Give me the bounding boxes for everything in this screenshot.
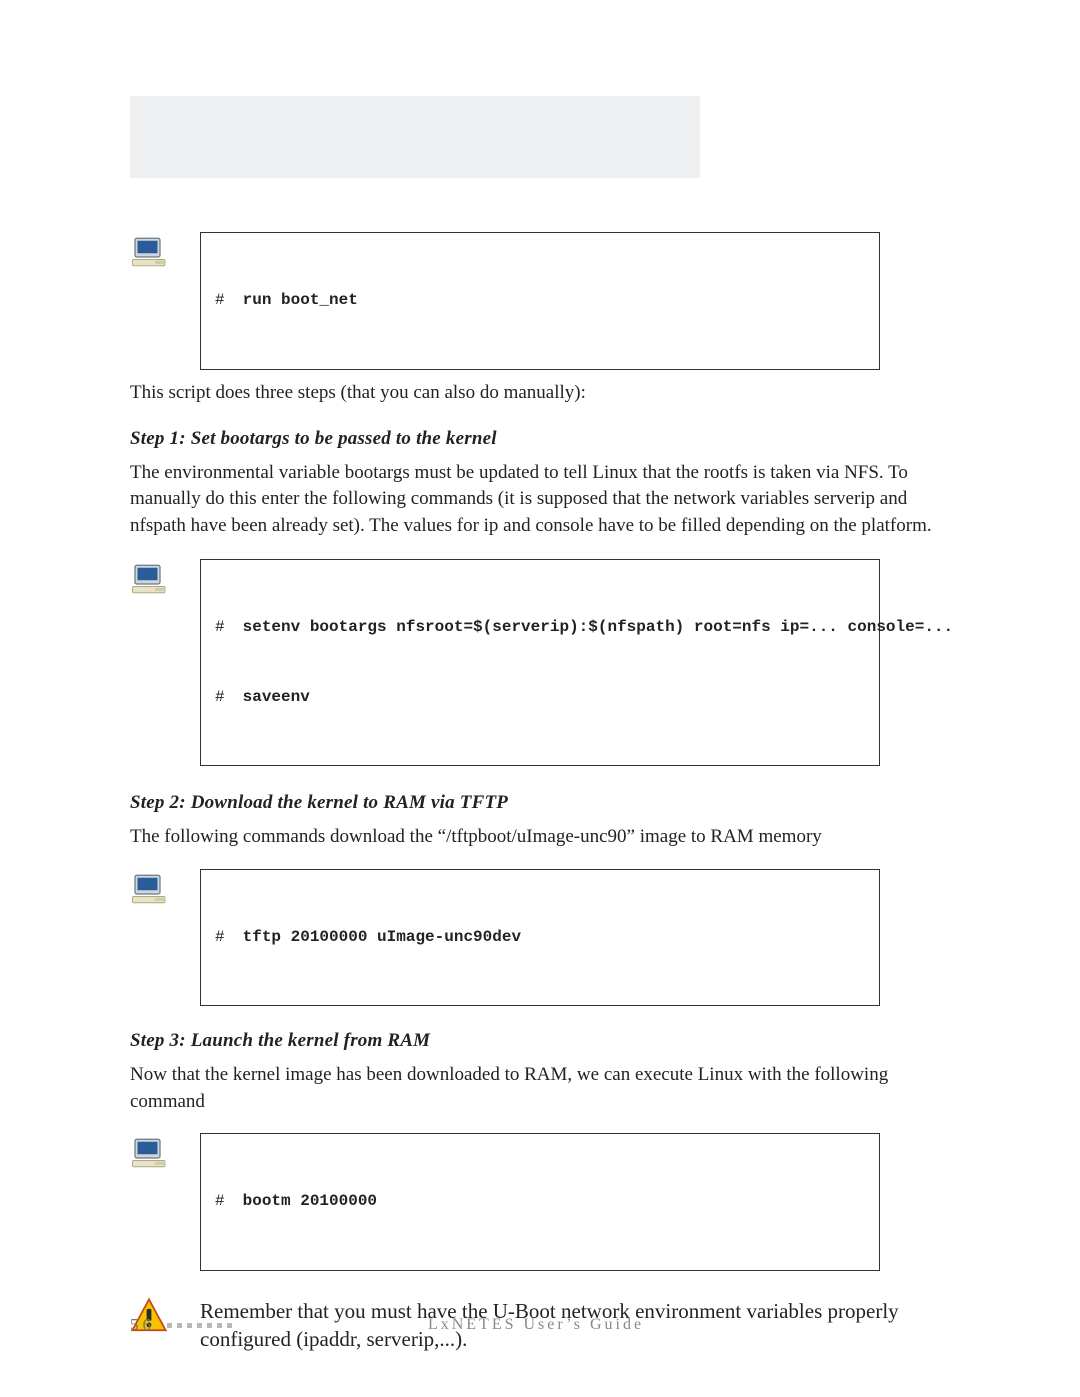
- code-box-2: #setenv bootargs nfsroot=$(serverip):$(n…: [200, 559, 880, 767]
- document-page: # run boot_net This script does three ste…: [0, 0, 1080, 1397]
- terminal-icon: [130, 232, 170, 272]
- step1-body: The environmental variable bootargs must…: [130, 460, 950, 539]
- terminal-icon: [130, 869, 170, 909]
- code-block-row-4: # bootm 20100000: [130, 1133, 950, 1271]
- terminal-icon: [130, 559, 170, 599]
- prompt: #: [215, 1192, 225, 1210]
- code-block-row-2: #setenv bootargs nfsroot=$(serverip):$(n…: [130, 559, 950, 767]
- code-block-row-1: # run boot_net: [130, 232, 950, 370]
- terminal-icon: [130, 1133, 170, 1173]
- code-box-4: # bootm 20100000: [200, 1133, 880, 1271]
- prompt: #: [215, 688, 225, 706]
- prompt: #: [215, 618, 225, 636]
- command-text: setenv bootargs nfsroot=$(serverip):$(nf…: [243, 618, 954, 636]
- command-text: tftp 20100000 uImage-unc90dev: [243, 928, 521, 946]
- step2-body: The following commands download the “/tf…: [130, 824, 950, 850]
- step3-body: Now that the kernel image has been downl…: [130, 1062, 950, 1114]
- code-box-1: # run boot_net: [200, 232, 880, 370]
- step2-heading: Step 2: Download the kernel to RAM via T…: [130, 792, 950, 814]
- code-block-row-3: # tftp 20100000 uImage-unc90dev: [130, 869, 950, 1007]
- command-text: run boot_net: [243, 291, 358, 309]
- footer-title: LxNETES User’s Guide: [122, 1316, 950, 1334]
- step1-heading: Step 1: Set bootargs to be passed to the…: [130, 428, 950, 450]
- page-footer: 56 LxNETES User’s Guide: [130, 1315, 950, 1335]
- command-text: saveenv: [243, 688, 310, 706]
- prompt: #: [215, 291, 225, 309]
- code-box-3: # tftp 20100000 uImage-unc90dev: [200, 869, 880, 1007]
- header-bar: [130, 96, 700, 178]
- intro-text: This script does three steps (that you c…: [130, 380, 950, 406]
- prompt: #: [215, 928, 225, 946]
- page-content: # run boot_net This script does three ste…: [130, 232, 950, 1368]
- command-text: bootm 20100000: [243, 1192, 377, 1210]
- step3-heading: Step 3: Launch the kernel from RAM: [130, 1030, 950, 1052]
